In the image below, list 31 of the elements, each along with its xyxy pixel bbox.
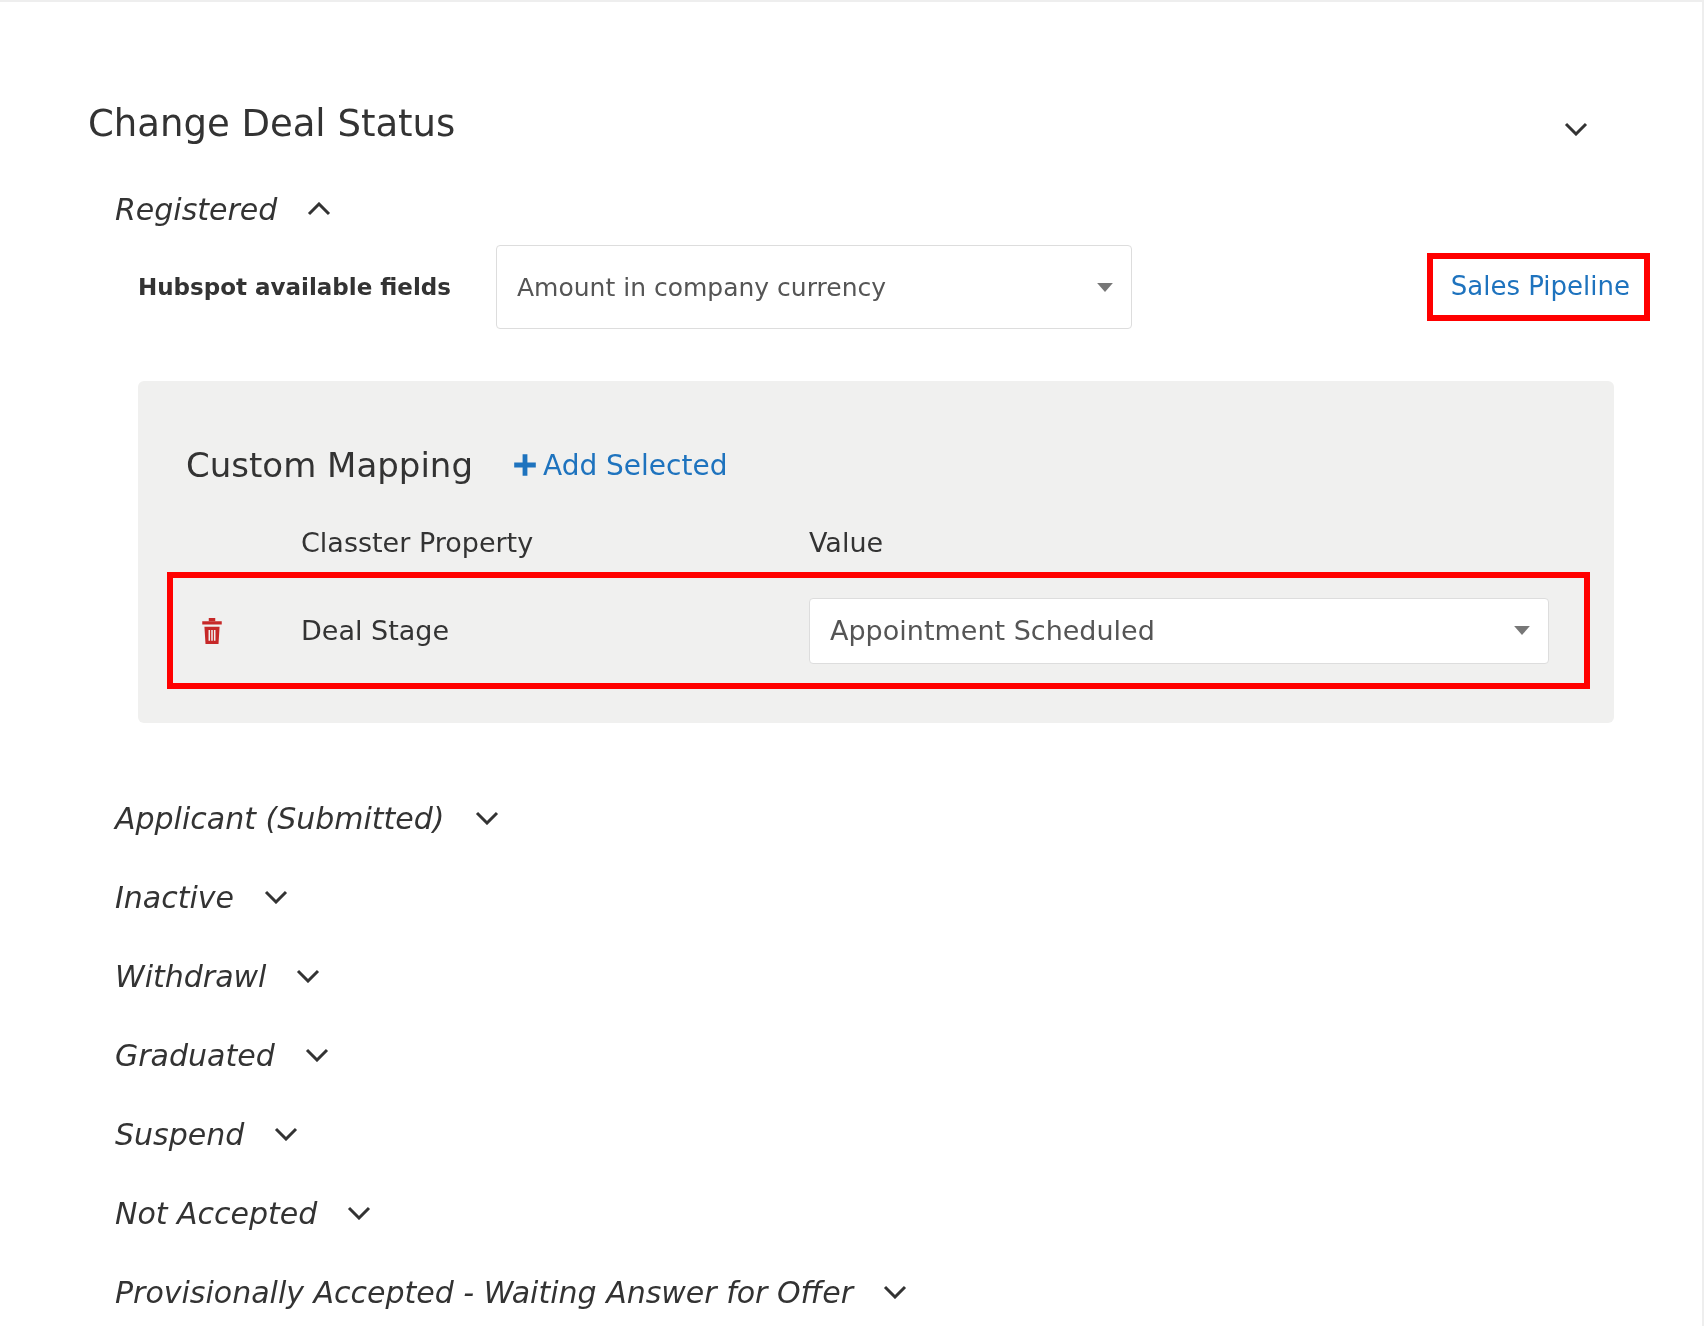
- column-header: Classter Property: [301, 527, 535, 558]
- chevron-down-icon[interactable]: [296, 969, 321, 983]
- caret-icon: [1514, 626, 1530, 635]
- chevron-down-icon[interactable]: [264, 890, 289, 904]
- column-header: Value: [809, 527, 884, 558]
- status-label[interactable]: Withdrawl: [115, 958, 267, 994]
- status-label[interactable]: Registered: [115, 191, 278, 227]
- plus-icon: [513, 453, 537, 477]
- field-dropdown[interactable]: Amount in company currency: [496, 245, 1132, 329]
- add-selected-link[interactable]: Add Selected: [513, 448, 728, 482]
- chevron-down-icon[interactable]: [883, 1285, 908, 1299]
- trash-icon[interactable]: [201, 617, 223, 644]
- caret-icon: [1097, 282, 1113, 292]
- chevron-up-icon[interactable]: [307, 202, 332, 216]
- chevron-down-icon[interactable]: [1564, 122, 1588, 136]
- status-label[interactable]: Not Accepted: [115, 1195, 318, 1231]
- section-title: Change Deal Status: [88, 104, 456, 144]
- chevron-down-icon[interactable]: [347, 1206, 372, 1220]
- status-label[interactable]: Provisionally Accepted - Waiting Answer for Offer: [115, 1274, 854, 1310]
- chevron-down-icon[interactable]: [474, 811, 499, 825]
- value-dropdown[interactable]: Appointment Scheduled: [809, 597, 1549, 664]
- chevron-down-icon[interactable]: [274, 1127, 299, 1141]
- mapping-title: Custom Mapping: [186, 445, 473, 485]
- field-label: Hubspot available fields: [138, 274, 452, 300]
- chevron-down-icon[interactable]: [304, 1048, 329, 1062]
- status-label[interactable]: Graduated: [115, 1037, 275, 1073]
- status-label[interactable]: Suspend: [115, 1116, 245, 1152]
- sales-pipeline-link[interactable]: Sales Pipeline: [1426, 253, 1650, 321]
- status-label[interactable]: Applicant (Submitted): [115, 800, 445, 836]
- property-name: Deal Stage: [301, 615, 451, 646]
- status-label[interactable]: Inactive: [115, 879, 235, 915]
